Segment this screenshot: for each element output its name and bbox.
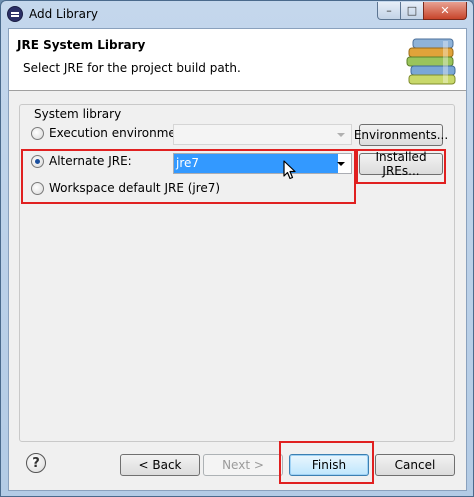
- cancel-button[interactable]: Cancel: [375, 454, 455, 476]
- mouse-cursor-icon: [283, 160, 296, 180]
- alternate-jre-combo[interactable]: jre7: [173, 153, 352, 174]
- close-button[interactable]: ✕: [423, 2, 467, 20]
- help-icon[interactable]: ?: [26, 453, 46, 473]
- alternate-jre-value: jre7: [174, 154, 338, 173]
- next-button[interactable]: Next >: [203, 454, 283, 476]
- environments-button[interactable]: Environments...: [354, 124, 448, 146]
- execution-environment-radio[interactable]: [31, 126, 44, 140]
- back-button[interactable]: < Back: [120, 454, 200, 476]
- title-bar[interactable]: Add Library – □ ✕: [1, 1, 473, 27]
- books-icon: [406, 38, 456, 85]
- workspace-default-label: Workspace default JRE (jre7): [49, 181, 221, 195]
- alternate-jre-label: Alternate JRE:: [49, 154, 132, 168]
- chevron-down-icon: [337, 133, 345, 137]
- group-legend: System library: [32, 107, 124, 121]
- workspace-default-option[interactable]: Workspace default JRE (jre7): [31, 181, 220, 195]
- window-title: Add Library: [29, 7, 99, 21]
- installed-jres-button[interactable]: Installed JREs...: [359, 150, 443, 178]
- execution-environment-option[interactable]: Execution environment:: [31, 126, 192, 140]
- dialog-body: JRE System Library Select JRE for the pr…: [8, 28, 467, 491]
- chevron-down-icon: [337, 162, 345, 166]
- minimize-button[interactable]: –: [377, 2, 401, 20]
- workspace-default-radio[interactable]: [31, 181, 44, 195]
- wizard-header: JRE System Library Select JRE for the pr…: [9, 29, 466, 91]
- alternate-jre-option[interactable]: Alternate JRE:: [31, 154, 132, 168]
- eclipse-app-icon: [7, 6, 23, 22]
- maximize-button[interactable]: □: [400, 2, 424, 20]
- page-subtitle: Select JRE for the project build path.: [23, 61, 241, 75]
- execution-environment-combo[interactable]: [173, 124, 352, 145]
- page-title: JRE System Library: [17, 38, 146, 52]
- finish-button[interactable]: Finish: [289, 454, 369, 476]
- alternate-jre-radio[interactable]: [31, 154, 44, 168]
- execution-environment-label: Execution environment:: [49, 126, 193, 140]
- dialog-window: Add Library – □ ✕ JRE System Library Sel…: [0, 0, 474, 497]
